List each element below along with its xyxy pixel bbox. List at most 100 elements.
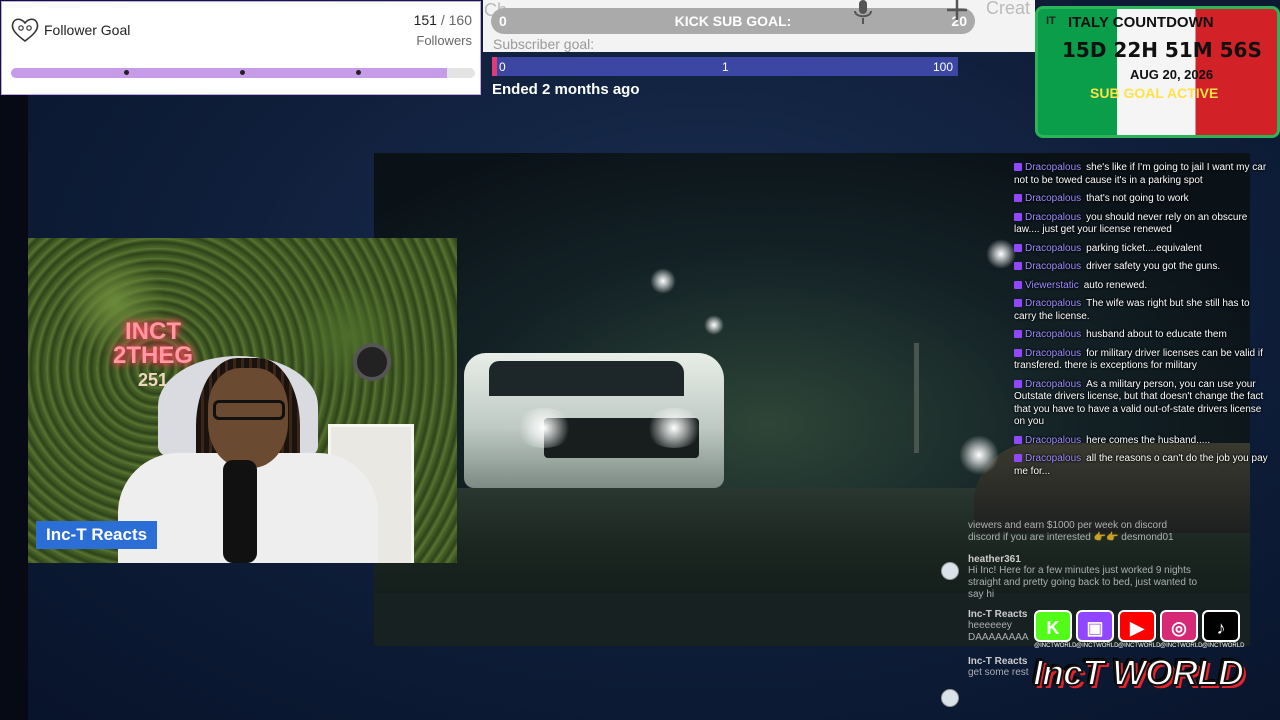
webcam-feed: INCT 2THEG 251 Inc-T Reacts: [28, 238, 457, 563]
twitch-badge-icon: [1014, 330, 1022, 339]
microphone: [223, 460, 257, 563]
glasses: [213, 400, 285, 420]
suv-window: [489, 361, 684, 396]
chat-ticker: discord if you are interested 👉👉 desmond…: [968, 532, 1174, 543]
chat-username: Dracopalous: [1025, 261, 1082, 272]
chat-message: Viewerstatic auto renewed.: [1014, 280, 1270, 293]
chat-username: Dracopalous: [1025, 242, 1082, 254]
chat-username: Dracopalous: [1025, 298, 1082, 309]
twitch-badge-icon: [1014, 299, 1022, 308]
twitch-badge-icon: [1014, 194, 1022, 203]
twitch-badge-icon: [1014, 262, 1022, 271]
italy-sub-goal-status: SUB GOAL ACTIVE: [1090, 85, 1219, 101]
follower-target: 160: [448, 12, 472, 28]
follower-goal-title: Follower Goal: [44, 22, 131, 38]
street-light: [650, 268, 676, 294]
headlight: [959, 435, 999, 475]
microphone-icon[interactable]: [852, 0, 874, 26]
twitch-badge-icon: [1014, 243, 1022, 252]
italy-countdown-title: ITALY COUNTDOWN: [1068, 14, 1214, 31]
kick-icon[interactable]: K: [1034, 610, 1072, 642]
chat-message: Dracopalous The wife was right but she st…: [1014, 298, 1270, 323]
chat-username: Dracopalous: [1025, 162, 1082, 173]
chat-username: Dracopalous: [1025, 193, 1082, 204]
progress-marker: [124, 70, 129, 75]
social-handle: @INCTWORLD: [1034, 643, 1077, 649]
chat-message: Dracopalous all the reasons o can't do th…: [1014, 453, 1270, 478]
chat-message: Dracopalous here comes the husband.....: [1014, 435, 1270, 448]
streamer-name-label: Inc-T Reacts: [36, 521, 158, 549]
yt-message: heather361 Hi Inc! Here for a few minute…: [968, 554, 1198, 601]
subscriber-goal-target: 100: [932, 60, 953, 74]
subscriber-progress-fill: [492, 57, 497, 76]
social-handle: @INCTWORLD: [1076, 643, 1119, 649]
social-handle: @INCTWORLD: [1202, 643, 1245, 649]
twitch-badge-icon: [1014, 212, 1022, 221]
chat-message: Dracopalous husband about to educate them: [1014, 329, 1270, 342]
twitch-badge-icon: [1014, 163, 1022, 172]
follower-unit: Followers: [416, 33, 472, 48]
street-light: [986, 239, 1016, 269]
subscriber-goal-current: 1: [722, 60, 729, 74]
chat-message: Dracopalous you should never rely on an o…: [1014, 212, 1270, 237]
subscriber-goal-status: Ended 2 months ago: [492, 81, 640, 98]
user-avatar: [941, 562, 959, 580]
heart-users-icon: [11, 18, 39, 42]
instagram-icon[interactable]: ◎: [1160, 610, 1198, 642]
kick-sub-goal-bar: 0 KICK SUB GOAL: 20: [491, 8, 975, 34]
twitch-badge-icon: [1014, 280, 1022, 289]
chat-username: Dracopalous: [1025, 434, 1082, 446]
twitch-badge-icon: [1014, 348, 1022, 357]
italy-countdown-widget: IT ITALY COUNTDOWN 15D 22H 51M 56S AUG 2…: [1035, 6, 1280, 138]
follower-progress-fill: [11, 68, 448, 78]
subscriber-goal-bar: 0 1 100: [492, 57, 958, 76]
twitch-badge-icon: [1014, 379, 1022, 388]
social-handle: @INCTWORLD: [1118, 643, 1161, 649]
chat-username: Dracopalous: [1025, 211, 1082, 223]
tiktok-icon[interactable]: ♪: [1202, 610, 1240, 642]
youtube-icon[interactable]: ▶: [1118, 610, 1156, 642]
chat-message: Dracopalous that's not going to work: [1014, 193, 1270, 206]
social-links: K @INCTWORLD ▣ @INCTWORLD ▶ @INCTWORLD ◎ @INCTW…: [1034, 610, 1244, 650]
chat-username: Viewerstatic: [1025, 279, 1079, 291]
progress-marker: [356, 70, 361, 75]
ghost-text-right: Creat: [986, 0, 1031, 18]
chat-text: driver safety you got the guns.: [1086, 261, 1221, 272]
left-border: [0, 95, 28, 720]
ring-light: [353, 343, 391, 381]
user-avatar: [941, 689, 959, 707]
chat-ticker: viewers and earn $1000 per week on disco…: [968, 520, 1168, 531]
twitch-badge-icon: [1014, 435, 1022, 444]
chat-text: here comes the husband.....: [1086, 434, 1211, 446]
follower-count: 151 / 160: [414, 12, 472, 28]
yt-text: Hi Inc! Here for a few minutes just work…: [968, 565, 1198, 600]
chat-text: parking ticket....equivalent: [1086, 242, 1202, 254]
italy-countdown-date: AUG 20, 2026: [1130, 67, 1214, 82]
chat-message: Dracopalous parking ticket....equivalent: [1014, 243, 1270, 256]
social-handle: @INCTWORLD: [1160, 643, 1203, 649]
follower-separator: /: [436, 12, 449, 28]
follower-current: 151: [413, 12, 437, 28]
chat-username: Dracopalous: [1025, 453, 1082, 464]
headlight: [514, 408, 574, 448]
kick-goal-label: KICK SUB GOAL:: [674, 13, 792, 29]
twitch-icon[interactable]: ▣: [1076, 610, 1114, 642]
chat-text: that's not going to work: [1086, 193, 1189, 204]
neon-sign-line: INCT: [125, 318, 181, 345]
brand-logo: IncT WORLD: [1032, 651, 1245, 694]
chat-message: Dracopalous she's like if I'm going to ja…: [1014, 162, 1270, 187]
street-light: [704, 315, 724, 335]
follower-goal-widget: Follower Goal 151 / 160 Followers: [1, 1, 481, 95]
chat-message: Dracopalous driver safety you got the gun…: [1014, 261, 1270, 274]
italy-flag-code: IT: [1046, 15, 1056, 27]
twitch-badge-icon: [1014, 454, 1022, 463]
chat-username: Dracopalous: [1025, 329, 1082, 340]
chat-message: Dracopalous As a military person, you can…: [1014, 379, 1270, 429]
italy-countdown-time: 15D 22H 51M 56S: [1062, 38, 1262, 62]
twitch-chat-overlay: Dracopalous she's like if I'm going to ja…: [1014, 162, 1270, 484]
subscriber-goal-caption: Subscriber goal:: [493, 36, 595, 52]
chat-text: auto renewed.: [1083, 279, 1148, 291]
chat-username: Dracopalous: [1025, 378, 1082, 390]
yt-user: heather361: [968, 554, 1021, 565]
plus-icon[interactable]: [944, 0, 970, 22]
